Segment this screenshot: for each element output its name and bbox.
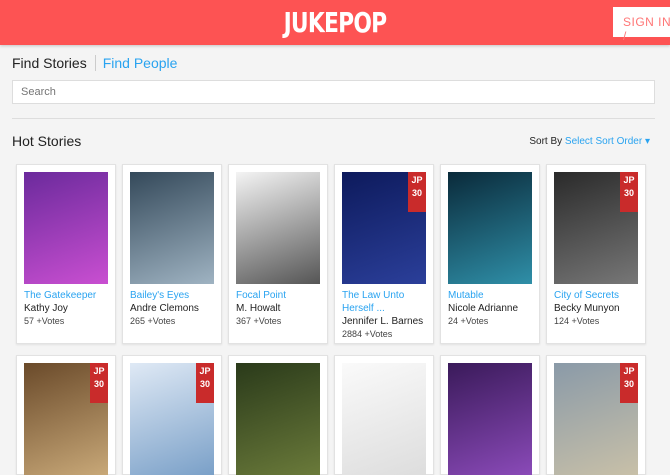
story-card[interactable]: The Gatekeeper Kathy Joy 57 +Votes [16,164,116,344]
story-cover-image[interactable] [236,363,320,475]
sort-order-dropdown[interactable]: Select Sort Order [565,136,642,147]
jp30-badge: JP 30 [408,172,426,212]
story-cover-image[interactable] [448,172,532,284]
story-title[interactable]: Bailey's Eyes [130,289,220,302]
story-card[interactable]: JP 30 [546,355,646,475]
story-votes: 124 +Votes [554,316,600,326]
search-input[interactable] [12,80,655,104]
story-title[interactable]: The Law Unto Herself ... [342,289,432,315]
story-votes: 2884 +Votes [342,329,393,339]
story-card[interactable]: Bailey's Eyes Andre Clemons 265 +Votes [122,164,222,344]
story-card[interactable] [228,355,328,475]
jp30-badge: JP 30 [620,172,638,212]
story-cover-image[interactable]: JP 30 [554,172,638,284]
story-card[interactable]: JP 30 [16,355,116,475]
story-cover-image[interactable]: JP 30 [24,363,108,475]
story-title[interactable]: City of Secrets [554,289,644,302]
tab-find-stories[interactable]: Find Stories [12,55,96,71]
story-cover-image[interactable] [448,363,532,475]
story-votes: 57 +Votes [24,316,65,326]
story-votes: 265 +Votes [130,316,176,326]
story-votes: 367 +Votes [236,316,282,326]
story-votes: 24 +Votes [448,316,489,326]
sort-label: Sort By [529,136,563,147]
story-title[interactable]: Mutable [448,289,538,302]
story-cover-image[interactable] [24,172,108,284]
story-card[interactable] [440,355,540,475]
section-title: Hot Stories [12,133,82,149]
jp30-badge: JP 30 [90,363,108,403]
story-card[interactable]: JP 30 City of Secrets Becky Munyon 124 +Vot… [546,164,646,344]
story-cover-image[interactable]: JP 30 [342,172,426,284]
jukepop-logo[interactable]: JUKEPOP [74,6,597,39]
divider [12,118,655,119]
story-cover-image[interactable]: JP 30 [130,363,214,475]
story-author[interactable]: M. Howalt [236,302,326,315]
story-card[interactable] [334,355,434,475]
sort-control: Sort By Select Sort Order ▾ [529,136,650,147]
story-card[interactable]: Mutable Nicole Adrianne 24 +Votes [440,164,540,344]
story-author[interactable]: Jennifer L. Barnes [342,315,432,328]
story-cover-image[interactable]: JP 30 [554,363,638,475]
story-cover-image[interactable] [342,363,426,475]
top-bar: JUKEPOP SIGN IN / [0,0,670,45]
story-author[interactable]: Kathy Joy [24,302,114,315]
story-author[interactable]: Andre Clemons [130,302,220,315]
jp30-badge: JP 30 [196,363,214,403]
story-author[interactable]: Becky Munyon [554,302,644,315]
story-title[interactable]: The Gatekeeper [24,289,114,302]
story-author[interactable]: Nicole Adrianne [448,302,538,315]
story-card[interactable]: JP 30 [122,355,222,475]
story-card[interactable]: Focal Point M. Howalt 367 +Votes [228,164,328,344]
story-card[interactable]: JP 30 The Law Unto Herself ... Jennifer L.… [334,164,434,344]
story-title[interactable]: Focal Point [236,289,326,302]
story-cover-image[interactable] [236,172,320,284]
jp30-badge: JP 30 [620,363,638,403]
caret-down-icon[interactable]: ▾ [642,136,650,147]
tab-find-people[interactable]: Find People [96,55,178,71]
story-cover-image[interactable] [130,172,214,284]
search-tabs: Find Stories Find People [12,55,177,71]
sign-in-button[interactable]: SIGN IN / [613,7,670,43]
